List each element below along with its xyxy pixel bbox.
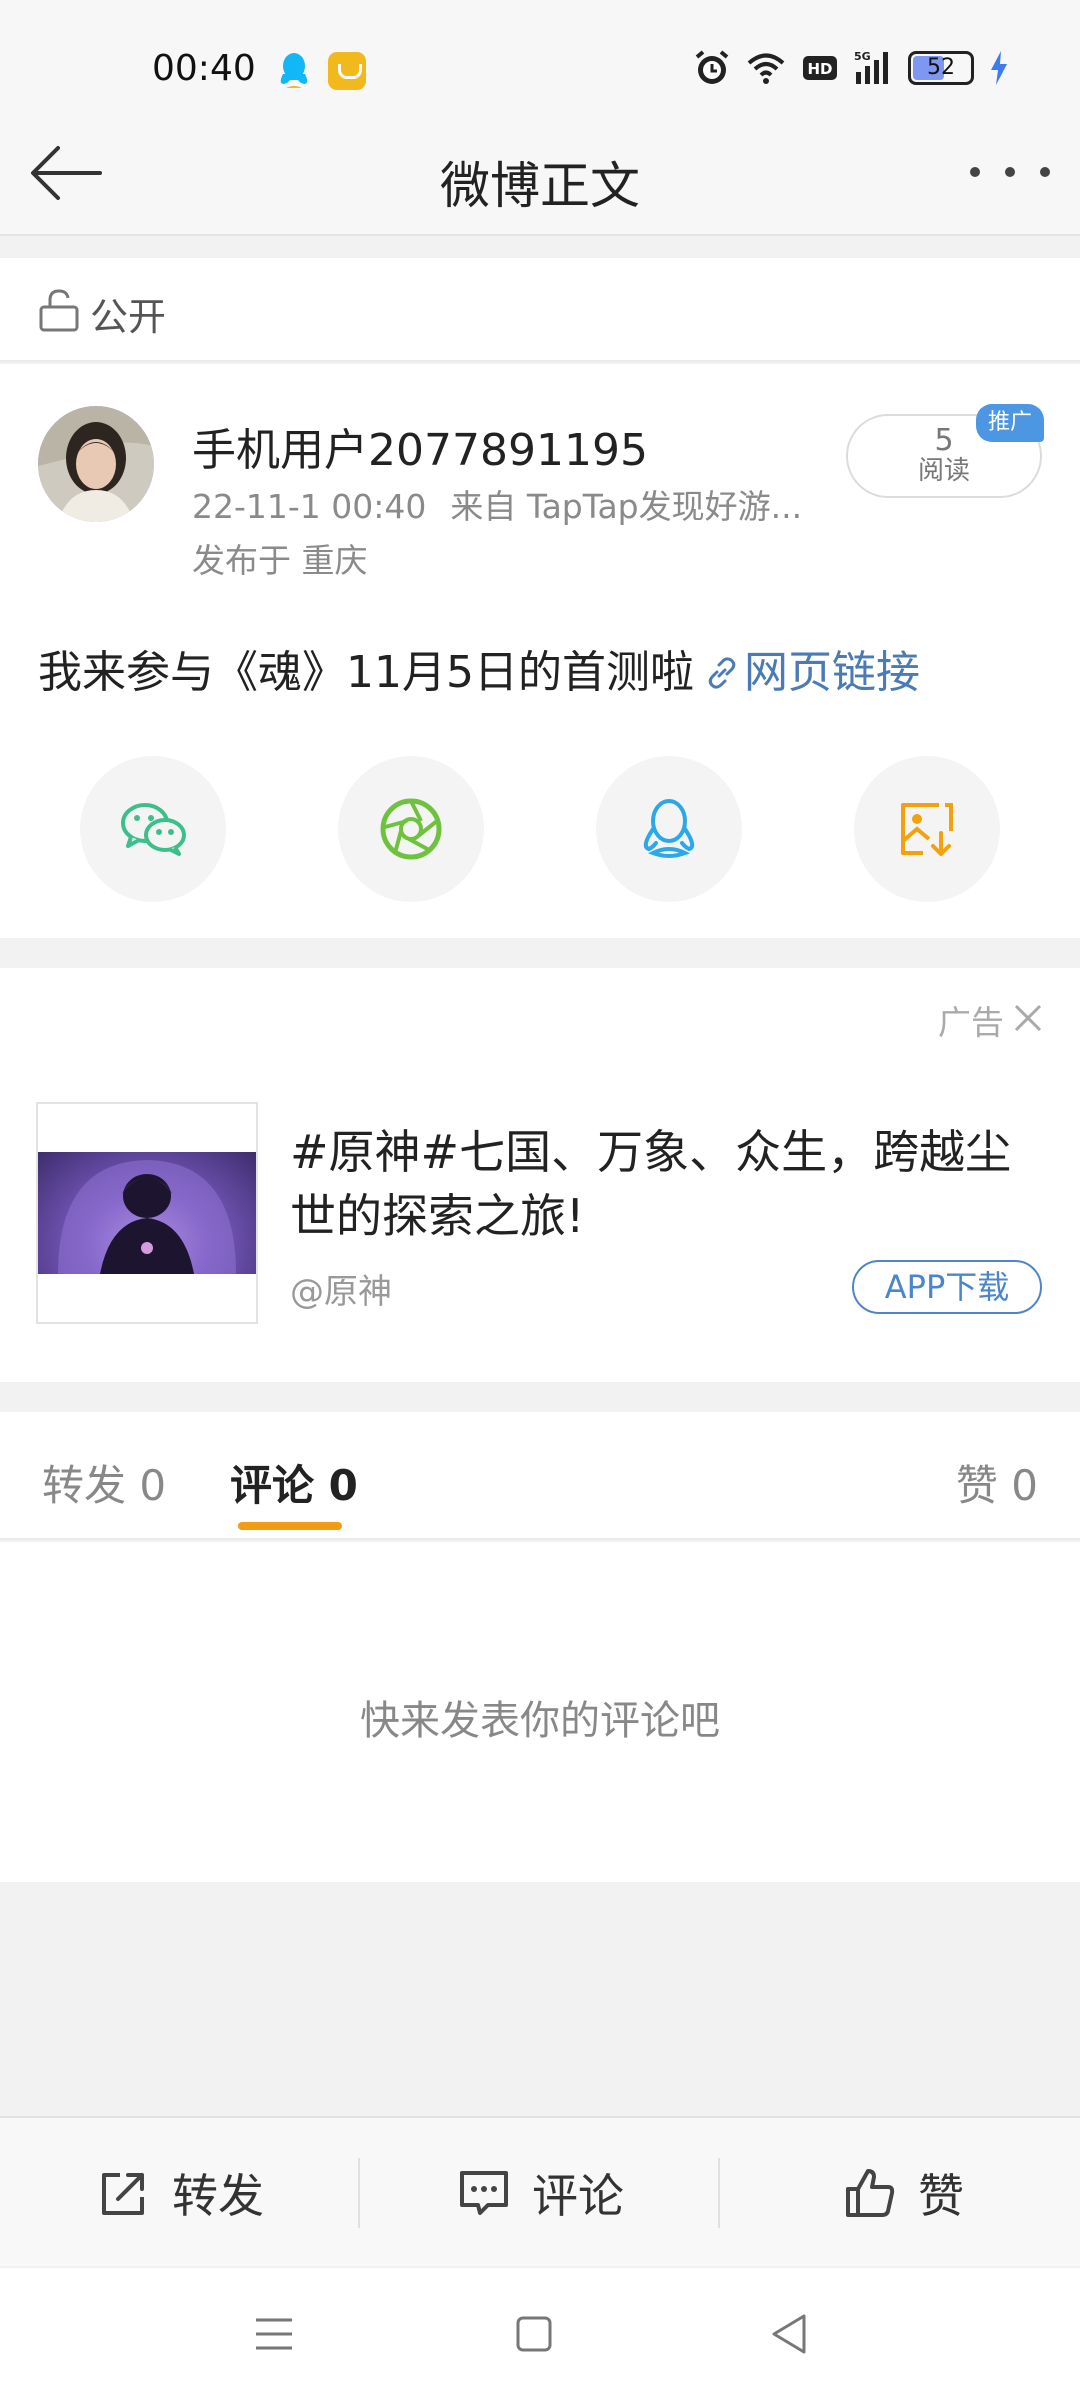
wifi-icon	[747, 53, 785, 84]
ad-card[interactable]: 广告 #原神#七国、万象、众生，跨越尘世的探索之旅! @原神 APP下载	[0, 968, 1080, 1382]
more-options-icon[interactable]	[970, 152, 1050, 192]
username[interactable]: 手机用户2077891195	[192, 414, 648, 478]
hd-icon: HD	[803, 56, 837, 80]
ad-image	[38, 1152, 256, 1274]
share-qq-button[interactable]	[596, 756, 742, 902]
tab-comment[interactable]: 评论 0	[230, 1452, 358, 1513]
share-row	[0, 756, 1080, 902]
post-text: 我来参与《魂》11月5日的首测啦 网页链接	[38, 636, 920, 700]
repost-icon	[102, 2173, 144, 2215]
ad-label: 广告	[938, 1003, 1004, 1042]
save-image-icon	[901, 803, 953, 856]
avatar[interactable]	[38, 406, 154, 522]
comment-label: 评论	[532, 2169, 624, 2223]
wechat-icon	[121, 803, 186, 856]
battery-percent: 52	[927, 55, 955, 80]
status-time: 00:40	[152, 48, 256, 89]
promote-tag[interactable]: 推广	[976, 404, 1044, 442]
interaction-tabs: 转发 0 评论 0 赞 0	[0, 1412, 1080, 1540]
signal-icon: 5G	[854, 50, 888, 84]
visibility-label: 公开	[90, 295, 167, 339]
battery-icon: 52	[908, 51, 974, 85]
back-icon[interactable]	[764, 2308, 816, 2360]
repost-button[interactable]: 转发	[98, 2118, 264, 2268]
active-tab-indicator	[238, 1522, 342, 1530]
action-bar: 转发 评论 赞	[0, 2116, 1080, 2266]
page-title: 微博正文	[440, 157, 640, 215]
network-type: 5G	[854, 50, 871, 63]
post-card: 手机用户2077891195 22-11-1 00:40 来自 TapTap发现好…	[0, 364, 1080, 938]
alarm-icon	[695, 50, 729, 84]
post-body: 我来参与《魂》11月5日的首测啦	[38, 647, 694, 698]
ad-thumbnail[interactable]	[36, 1102, 258, 1324]
post-meta: 22-11-1 00:40 来自 TapTap发现好游...	[192, 480, 802, 528]
post-source[interactable]: 来自 TapTap发现好游...	[450, 487, 802, 526]
tab-like[interactable]: 赞 0	[956, 1452, 1038, 1513]
app-notification-icon	[328, 52, 366, 90]
comment-button[interactable]: 评论	[458, 2118, 624, 2268]
ad-title[interactable]: #原神#七国、万象、众生，跨越尘世的探索之旅!	[290, 1120, 1050, 1248]
app-download-button[interactable]: APP下载	[852, 1260, 1042, 1314]
status-indicators: HD 5G 52	[692, 48, 1010, 88]
ad-handle[interactable]: @原神	[290, 1264, 392, 1313]
empty-comments-text: 快来发表你的评论吧	[360, 1698, 720, 1744]
unlock-icon	[39, 289, 79, 332]
repost-label: 转发	[172, 2169, 264, 2223]
home-icon[interactable]	[508, 2308, 560, 2360]
tab-repost[interactable]: 转发 0	[42, 1452, 166, 1513]
post-location: 发布于 重庆	[192, 541, 368, 580]
menu-icon[interactable]	[248, 2308, 300, 2360]
save-image-button[interactable]	[854, 756, 1000, 902]
qq-icon	[643, 799, 695, 858]
action-divider	[718, 2158, 720, 2228]
comments-section: 快来发表你的评论吧	[0, 1542, 1080, 1882]
thumbs-up-icon	[846, 2169, 895, 2217]
like-button[interactable]: 赞	[844, 2118, 964, 2268]
link-icon	[708, 657, 736, 689]
charging-icon	[991, 51, 1007, 85]
web-link[interactable]: 网页链接	[744, 647, 920, 698]
post-timestamp: 22-11-1 00:40	[192, 487, 427, 526]
share-wechat-button[interactable]	[80, 756, 226, 902]
action-divider	[358, 2158, 360, 2228]
comment-icon	[460, 2171, 508, 2215]
hd-text: HD	[807, 60, 832, 78]
share-moments-button[interactable]	[338, 756, 484, 902]
visibility-row[interactable]: 公开	[0, 258, 1080, 362]
moments-icon	[380, 798, 442, 860]
read-label: 阅读	[917, 456, 970, 486]
system-nav-bar	[0, 2268, 1080, 2400]
like-label: 赞	[918, 2169, 964, 2223]
close-icon[interactable]	[1012, 1002, 1044, 1034]
qq-icon	[280, 53, 308, 88]
